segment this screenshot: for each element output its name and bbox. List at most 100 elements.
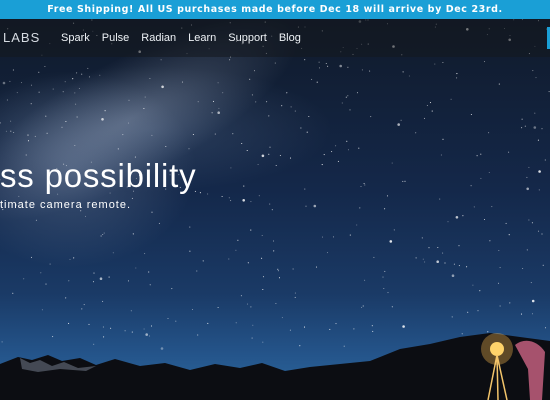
star	[332, 236, 335, 238]
hero-headline: ss possibility	[0, 157, 197, 194]
star	[499, 305, 501, 307]
nav-link-support[interactable]: Support	[228, 19, 267, 57]
nav-link-learn[interactable]: Learn	[188, 19, 216, 57]
star	[281, 317, 283, 319]
star	[262, 288, 264, 291]
star	[341, 102, 343, 104]
star	[364, 184, 366, 186]
star	[44, 65, 46, 68]
star	[34, 135, 36, 137]
star	[72, 78, 74, 80]
star	[458, 245, 460, 247]
star	[64, 81, 66, 83]
star	[268, 115, 270, 117]
star	[1, 341, 3, 343]
star	[104, 110, 106, 112]
star	[221, 195, 223, 198]
star	[23, 278, 25, 280]
brand-logo[interactable]: LABS	[0, 19, 40, 57]
star	[30, 103, 32, 105]
star	[232, 133, 234, 135]
star	[217, 111, 220, 114]
star	[251, 94, 253, 96]
star	[451, 274, 455, 277]
star	[290, 106, 292, 108]
star	[537, 230, 540, 232]
nav-link-blog[interactable]: Blog	[279, 19, 301, 57]
star	[294, 292, 296, 294]
star	[526, 187, 529, 191]
star	[30, 84, 33, 86]
star	[542, 264, 544, 266]
star	[415, 132, 417, 134]
star	[316, 81, 318, 83]
star	[252, 324, 254, 326]
star	[246, 303, 249, 305]
star	[470, 185, 472, 187]
star	[440, 154, 442, 156]
star	[304, 59, 306, 61]
star	[40, 272, 42, 274]
star	[423, 117, 426, 119]
star	[537, 139, 539, 141]
star	[521, 118, 523, 120]
star	[161, 85, 164, 89]
star	[41, 309, 43, 311]
star	[160, 347, 164, 350]
star	[241, 142, 243, 145]
hero-subheading: timate camera remote.	[0, 199, 132, 211]
star	[78, 87, 80, 90]
nav-link-radian[interactable]: Radian	[141, 19, 176, 57]
star	[356, 92, 359, 94]
star	[520, 313, 523, 315]
star	[315, 266, 318, 268]
star	[93, 272, 95, 274]
star	[326, 252, 329, 254]
star	[243, 185, 245, 187]
star	[353, 328, 355, 330]
star	[127, 122, 130, 124]
star	[358, 147, 360, 149]
star	[229, 59, 231, 61]
star	[240, 295, 242, 297]
star	[480, 177, 482, 179]
star	[130, 310, 132, 312]
star	[202, 260, 204, 262]
star	[218, 107, 220, 109]
star	[533, 126, 537, 129]
star	[84, 215, 87, 217]
star	[530, 282, 532, 284]
star	[258, 195, 260, 197]
star	[5, 130, 7, 132]
star	[345, 96, 347, 98]
star	[207, 322, 209, 324]
star	[148, 335, 151, 337]
star	[294, 110, 296, 112]
star	[253, 70, 256, 72]
star	[83, 304, 85, 306]
star	[228, 258, 230, 260]
star	[538, 170, 541, 173]
star	[382, 276, 384, 278]
star	[526, 249, 528, 251]
star	[429, 102, 432, 104]
star	[434, 63, 436, 65]
star	[76, 72, 78, 74]
star	[69, 258, 71, 260]
star	[165, 145, 167, 148]
star	[249, 78, 251, 80]
star	[456, 73, 458, 75]
star	[415, 257, 417, 259]
nav-link-pulse[interactable]: Pulse	[102, 19, 130, 57]
star	[211, 112, 213, 114]
star	[462, 215, 464, 217]
star	[214, 133, 216, 135]
star	[131, 331, 133, 333]
star	[483, 218, 486, 221]
nav-link-spark[interactable]: Spark	[61, 19, 90, 57]
star	[466, 266, 468, 268]
star	[363, 183, 365, 185]
star	[318, 67, 321, 69]
star	[356, 224, 358, 226]
star	[45, 115, 47, 117]
